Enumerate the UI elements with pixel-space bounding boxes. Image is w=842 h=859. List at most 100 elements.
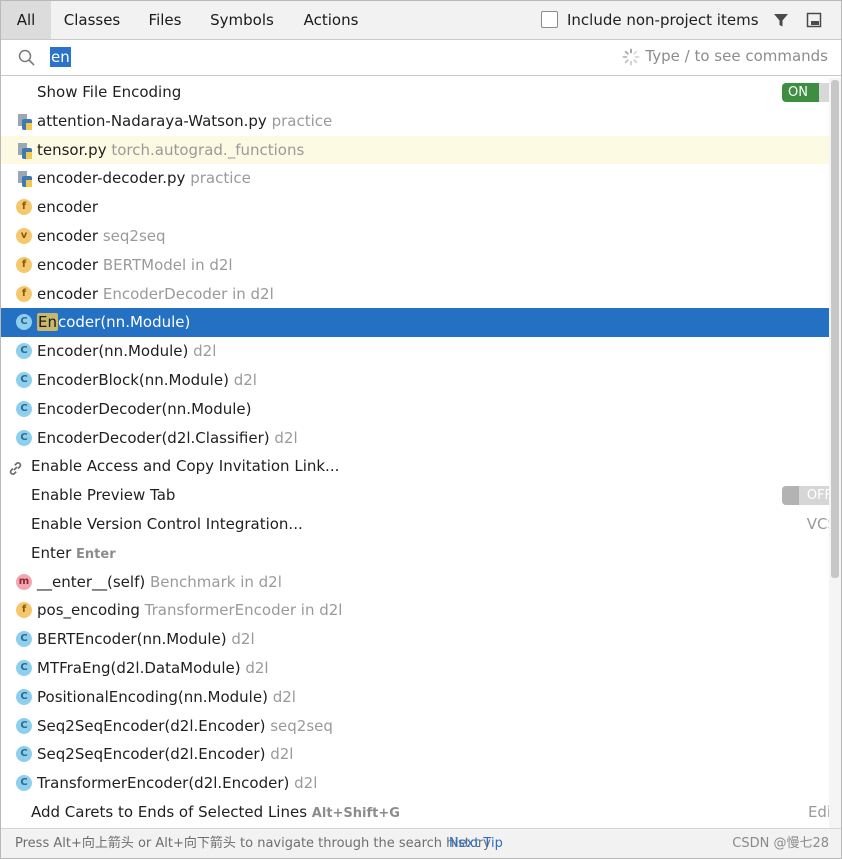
action-group-tag: VCS [806,514,829,533]
class-icon: C [16,746,32,763]
list-item[interactable]: f pos_encoding TransformerEncoder in d2l [1,596,829,625]
shortcut-label: Alt+Shift+G [311,805,400,821]
match-highlight: En [37,313,58,332]
symbol-name: encoder [37,198,99,217]
symbol-location: d2l [294,774,318,793]
list-item[interactable]: Enable Access and Copy Invitation Link..… [1,452,829,481]
symbol-name: Seq2SeqEncoder(d2l.Encoder) [37,716,266,735]
list-item[interactable]: Add Carets to Ends of Selected Lines Alt… [1,798,829,827]
tab-actions[interactable]: Actions [287,1,375,39]
status-footer: Press Alt+向上箭头 or Alt+向下箭头 to navigate t… [1,828,841,858]
class-icon: C [16,314,32,331]
search-hint: Type / to see commands [645,47,828,65]
symbol-location: TransformerEncoder in d2l [144,601,343,620]
action-group-tag: Edit [807,802,829,821]
list-item[interactable]: Enable Version Control Integration... VC… [1,510,829,539]
list-item[interactable]: encoder-decoder.py practice [1,164,829,193]
tab-bar: All Classes Files Symbols Actions Includ… [1,1,841,40]
link-icon [7,458,24,476]
toggle-label: ON [788,85,808,100]
list-item[interactable]: C PositionalEncoding(nn.Module) d2l [1,683,829,712]
include-non-project-label: Include non-project items [567,11,759,29]
class-icon: C [16,688,32,705]
action-name: Enable Access and Copy Invitation Link..… [31,457,340,476]
open-in-find-window-icon[interactable] [805,11,823,29]
action-name: Add Carets to Ends of Selected Lines [31,802,308,821]
tab-all[interactable]: All [1,1,51,39]
method-icon: m [16,573,32,590]
symbol-location: d2l [193,342,217,361]
toggle-switch[interactable]: ON [782,83,829,102]
symbol-name: coder(nn.Module) [57,313,191,332]
list-item[interactable]: f encoder BERTModel in d2l [1,251,829,280]
list-item[interactable]: m __enter__(self) Benchmark in d2l [1,568,829,597]
scrollbar-thumb[interactable] [831,80,839,578]
scrollbar[interactable] [829,78,841,828]
symbol-name: TransformerEncoder(d2l.Encoder) [37,774,290,793]
list-item[interactable]: C Seq2SeqEncoder(d2l.Encoder) d2l [1,740,829,769]
list-item[interactable]: attention-Nadaraya-Watson.py practice [1,107,829,136]
list-item[interactable]: C EncoderDecoder(d2l.Classifier) d2l [1,424,829,453]
symbol-location: seq2seq [270,716,333,735]
search-everywhere-popup: All Classes Files Symbols Actions Includ… [0,0,842,859]
function-icon: f [16,285,32,302]
list-item[interactable]: f encoder [1,193,829,222]
list-item[interactable]: C EncoderBlock(nn.Module) d2l [1,366,829,395]
toggle-switch[interactable]: OFF [782,486,829,506]
class-icon: C [16,717,32,734]
python-file-icon [17,112,33,130]
symbol-location: d2l [270,745,294,764]
symbol-name: EncoderBlock(nn.Module) [37,370,229,389]
symbol-name: encoder [37,226,99,245]
file-location: torch.autograd._functions [111,140,305,159]
symbol-location: EncoderDecoder in d2l [102,284,274,303]
action-name: Enable Version Control Integration... [31,514,303,533]
search-bar: en Type / to see commands [1,40,841,76]
list-item[interactable]: v encoder seq2seq [1,222,829,251]
list-item[interactable]: C MTFraEng(d2l.DataModule) d2l [1,654,829,683]
search-input[interactable]: en [50,47,71,67]
list-item[interactable]: C Encoder(nn.Module) d2l [1,337,829,366]
filter-icon[interactable] [772,11,790,29]
file-name: encoder-decoder.py [37,169,186,188]
tab-symbols[interactable]: Symbols [197,1,287,39]
class-icon: C [16,775,32,792]
tab-classes[interactable]: Classes [51,1,133,39]
symbol-name: encoder [37,284,99,303]
action-name: Enable Preview Tab [31,486,176,505]
list-item-selected[interactable]: C Encoder(nn.Module) [1,308,829,338]
symbol-name: Seq2SeqEncoder(d2l.Encoder) [37,745,266,764]
list-item[interactable]: C Seq2SeqEncoder(d2l.Encoder) seq2seq [1,712,829,741]
list-item[interactable]: Show File Encoding ON [1,78,829,107]
function-icon: f [16,199,32,216]
tab-files[interactable]: Files [133,1,197,39]
class-icon: C [16,429,32,446]
action-name: Show File Encoding [37,83,182,101]
variable-icon: v [16,227,32,244]
toggle-knob [782,486,799,506]
symbol-location: d2l [272,687,296,706]
watermark: CSDN @慢七28 [732,836,829,851]
list-item[interactable]: tensor.py torch.autograd._functions [1,135,829,165]
symbol-name: pos_encoding [37,601,140,620]
shortcut-label: Enter [76,546,116,562]
symbol-location: d2l [274,428,298,447]
symbol-name: BERTEncoder(nn.Module) [37,630,227,649]
symbol-location: BERTModel in d2l [102,255,233,274]
class-icon: C [16,371,32,388]
symbol-location: seq2seq [102,226,166,245]
symbol-name: MTFraEng(d2l.DataModule) [37,658,241,677]
list-item[interactable]: f encoder EncoderDecoder in d2l [1,280,829,309]
list-item[interactable]: Enter Enter [1,539,829,568]
checkbox-box[interactable] [541,11,558,28]
symbol-name: Encoder(nn.Module) [37,342,189,361]
next-tip-link[interactable]: Next Tip [449,829,503,858]
loading-spinner-icon [622,48,640,66]
search-icon [17,48,37,68]
list-item[interactable]: C TransformerEncoder(d2l.Encoder) d2l [1,769,829,798]
toggle-knob [819,83,829,102]
results-list: Show File Encoding ON attention-Nadaraya… [1,78,829,828]
list-item[interactable]: C BERTEncoder(nn.Module) d2l [1,625,829,654]
list-item[interactable]: C EncoderDecoder(nn.Module) [1,395,829,424]
list-item[interactable]: Enable Preview Tab OFF [1,481,829,510]
